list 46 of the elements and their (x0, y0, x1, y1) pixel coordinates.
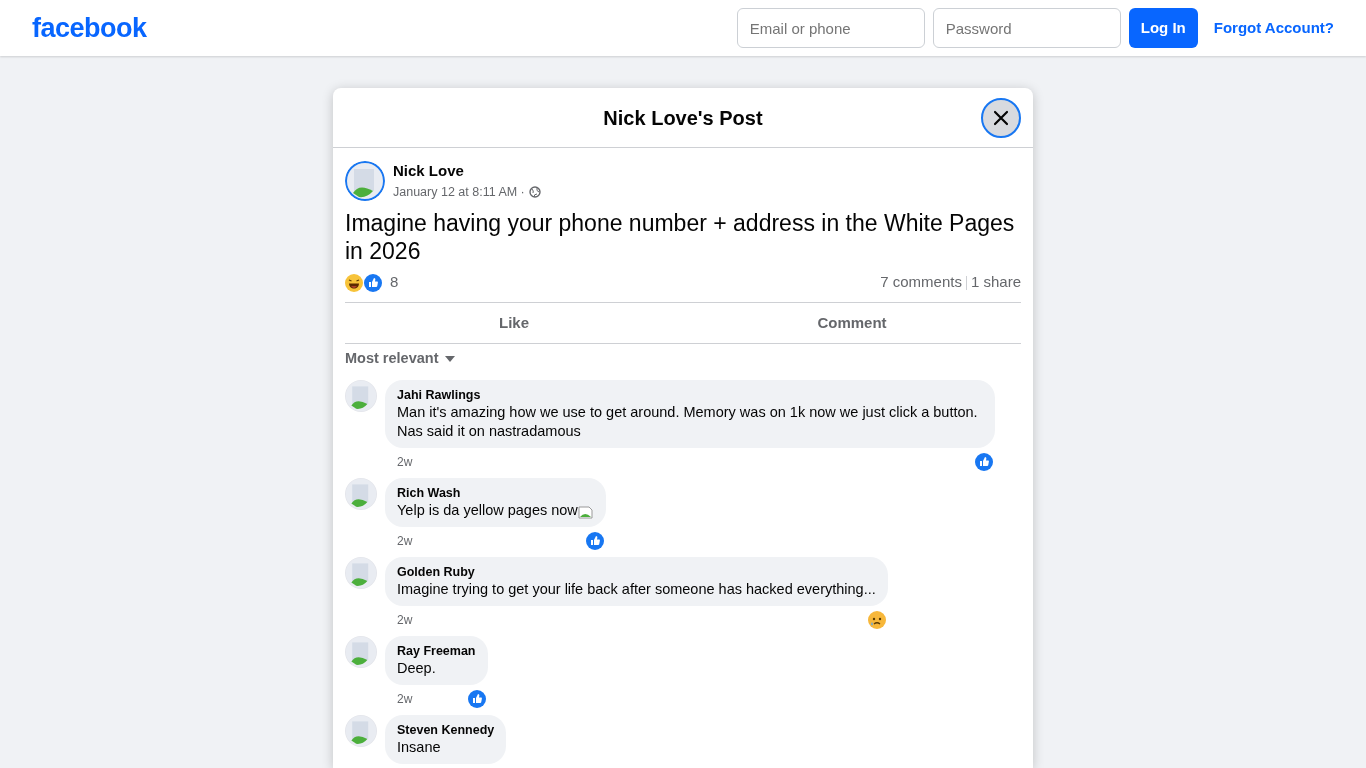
comment-text: Man it's amazing how we use to get around. Memory was on 1k now we just click a button. Nas said it on nastradamous (397, 402, 979, 441)
sort-dropdown[interactable]: Most relevant (345, 347, 439, 370)
avatar[interactable] (345, 635, 377, 668)
broken-image-icon (577, 503, 594, 520)
avatar[interactable] (345, 556, 377, 589)
share-count[interactable]: 1 share (970, 271, 1021, 294)
reaction-count[interactable]: 8 (390, 271, 399, 294)
avatar[interactable] (345, 714, 377, 747)
comment-text: Yelp is da yellow pages now (397, 500, 578, 520)
comment-age: 2w (397, 453, 413, 471)
action-button[interactable]: Like (345, 302, 683, 343)
globe-icon (528, 185, 541, 198)
thumbs-up-icon (975, 452, 993, 471)
comment-age: 2w (397, 690, 413, 708)
comment-age: 2w (397, 611, 413, 629)
thumbs-up-icon (467, 689, 486, 708)
commenter-name[interactable]: Ray Freeman (397, 642, 476, 659)
comment-text: Deep. (397, 658, 437, 678)
login-button[interactable]: Log In (1128, 8, 1198, 48)
commenter-name[interactable]: Golden Ruby (397, 563, 876, 580)
avatar[interactable] (345, 477, 377, 510)
commenter-name[interactable]: Rich Wash (397, 484, 594, 501)
avatar[interactable] (345, 379, 377, 412)
close-button[interactable] (981, 98, 1021, 138)
commenter-name[interactable]: Steven Kennedy (397, 721, 495, 738)
thumbs-up-icon (585, 531, 604, 550)
thumbs-up-icon (364, 273, 382, 292)
commenter-name[interactable]: Jahi Rawlings (397, 386, 983, 403)
forgot-account-link[interactable]: Forgot Account? (1213, 16, 1334, 40)
post-time[interactable]: January 12 at 8:11 AM · (393, 182, 525, 202)
author-name[interactable]: Nick Love (393, 160, 541, 183)
post-text: Imagine having your phone number + address in the White Pages in 2026 (345, 209, 1016, 266)
dialog-title: Nick Love's Post (603, 105, 763, 131)
email-field[interactable]: Email or phone (736, 8, 925, 48)
comment-count[interactable]: 7 comments (880, 271, 962, 294)
action-button[interactable]: Comment (683, 302, 1021, 343)
sad-emoji-icon (867, 610, 886, 629)
close-icon (992, 109, 1010, 127)
password-field[interactable]: Password (932, 8, 1121, 48)
comment-text: Imagine trying to get your life back after someone has hacked everything... (397, 579, 876, 599)
comment-text: Insane (397, 737, 442, 757)
caret-icon (444, 354, 457, 363)
laughing-emoji-icon (345, 273, 363, 292)
avatar[interactable] (345, 160, 385, 201)
comment-age: 2w (397, 532, 413, 550)
logo[interactable]: facebook (32, 7, 147, 49)
